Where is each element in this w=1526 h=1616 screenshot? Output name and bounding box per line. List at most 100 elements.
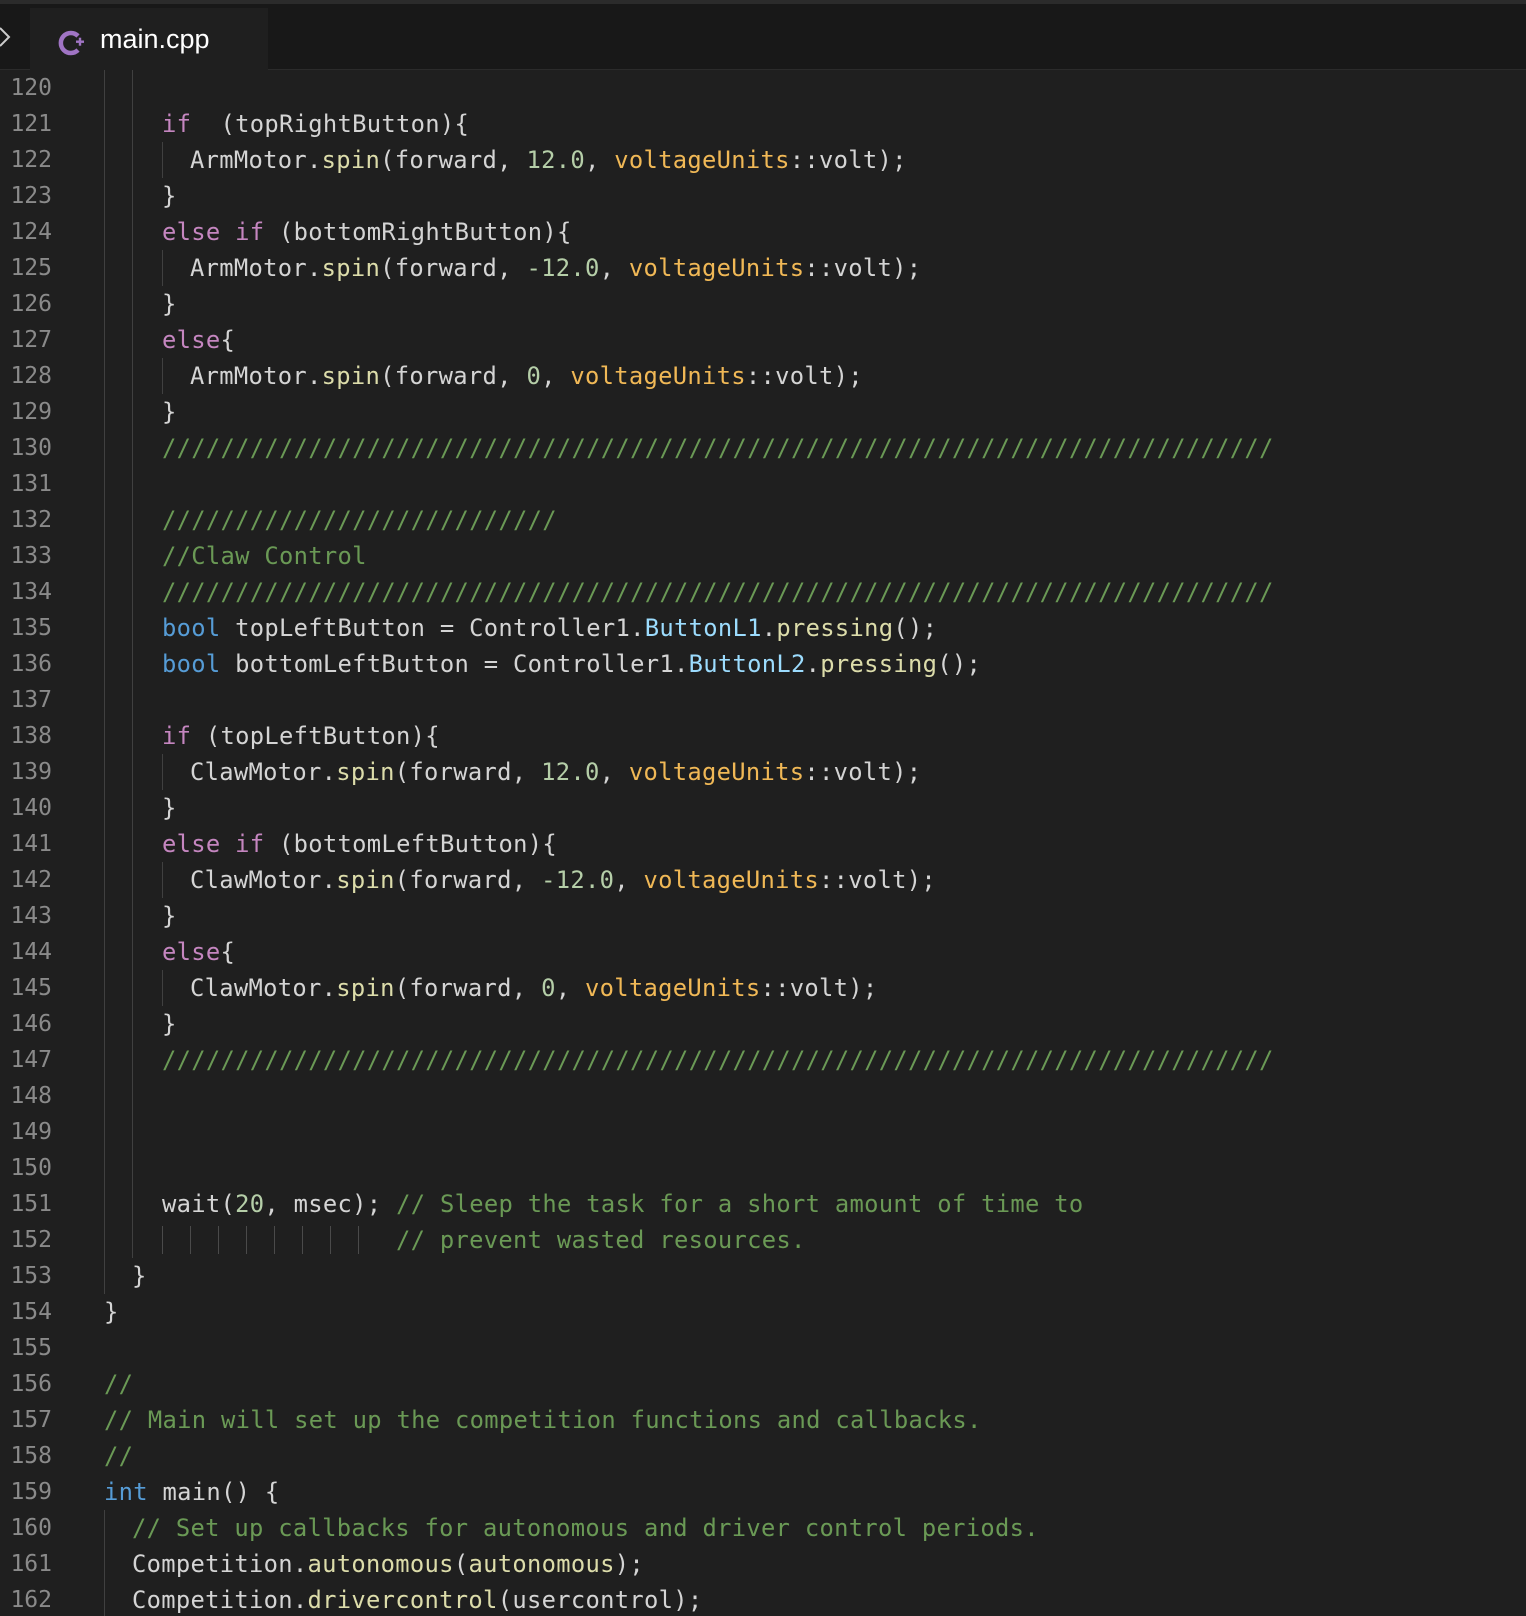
code-editor[interactable]: 120 121 if (topRightButton){122 ArmMotor.sp…	[0, 70, 1526, 1616]
code-line[interactable]: 157 // Main will set up the competition f…	[0, 1402, 1526, 1438]
code-token: }	[162, 182, 177, 210]
code-line[interactable]: 121 if (topRightButton){	[0, 106, 1526, 142]
code-line[interactable]: 145 ClawMotor.spin(forward, 0, voltageUni…	[0, 970, 1526, 1006]
line-number: 149	[10, 1119, 52, 1145]
code-line[interactable]: 135 bool topLeftButton = Controller1.Butt…	[0, 610, 1526, 646]
code-token: (	[453, 1550, 469, 1578]
line-number: 141	[10, 831, 52, 857]
indent-guide	[132, 610, 133, 646]
code-line[interactable]: 150	[0, 1150, 1526, 1186]
indent-guide	[132, 502, 133, 538]
code-token: else	[162, 326, 221, 354]
code-line[interactable]: 125 ArmMotor.spin(forward, -12.0, voltage…	[0, 250, 1526, 286]
indent-guide	[104, 322, 105, 358]
code-text: ArmMotor.spin(forward, 0, voltageUnits::…	[190, 358, 863, 394]
code-line[interactable]: 160 // Set up callbacks for autonomous an…	[0, 1510, 1526, 1546]
code-token: ClawMotor.	[190, 866, 337, 894]
code-text: else{	[162, 322, 235, 358]
code-token: 12.0	[541, 758, 600, 786]
line-number: 125	[10, 255, 52, 281]
code-token: (forward,	[394, 758, 542, 786]
code-line[interactable]: 162 Competition.drivercontrol(usercontrol…	[0, 1582, 1526, 1616]
code-line[interactable]: 123}	[0, 178, 1526, 214]
code-line[interactable]: 153}	[0, 1258, 1526, 1294]
line-number: 138	[10, 723, 52, 749]
code-line[interactable]: 138 if (topLeftButton){	[0, 718, 1526, 754]
code-line[interactable]: 147 /////////////////////////////////////…	[0, 1042, 1526, 1078]
code-line[interactable]: 127 else{	[0, 322, 1526, 358]
code-line[interactable]: 120	[0, 70, 1526, 106]
code-line[interactable]: 131	[0, 466, 1526, 502]
code-line[interactable]: 133 //Claw Control	[0, 538, 1526, 574]
code-line[interactable]: 155	[0, 1330, 1526, 1366]
code-line[interactable]: 122 ArmMotor.spin(forward, 12.0, voltageU…	[0, 142, 1526, 178]
code-line[interactable]: 161 Competition.autonomous(autonomous);	[0, 1546, 1526, 1582]
code-line[interactable]: 149	[0, 1114, 1526, 1150]
line-number: 152	[10, 1227, 52, 1253]
code-token: ,	[541, 362, 571, 390]
code-line[interactable]: 146}	[0, 1006, 1526, 1042]
code-line[interactable]: 139 ClawMotor.spin(forward, 12.0, voltage…	[0, 754, 1526, 790]
code-text: bool topLeftButton = Controller1.ButtonL…	[162, 610, 937, 646]
code-token: -12.0	[541, 866, 615, 894]
code-line[interactable]: 137	[0, 682, 1526, 718]
code-line[interactable]: 158 //	[0, 1438, 1526, 1474]
code-line[interactable]: 143}	[0, 898, 1526, 934]
code-token: ,	[614, 866, 644, 894]
code-line[interactable]: 141 else if (bottomLeftButton){	[0, 826, 1526, 862]
code-line[interactable]: 140}	[0, 790, 1526, 826]
code-token: {	[220, 326, 236, 354]
indent-guide	[104, 1222, 105, 1258]
code-line[interactable]: 130 /////////////////////////////////////…	[0, 430, 1526, 466]
line-number: 143	[10, 903, 52, 929]
code-line[interactable]: 156 //	[0, 1366, 1526, 1402]
line-number: 144	[10, 939, 52, 965]
code-token: else	[162, 218, 221, 246]
code-line[interactable]: 148	[0, 1078, 1526, 1114]
code-line[interactable]: 151 wait(20, msec); // Sleep the task for…	[0, 1186, 1526, 1222]
code-token: bool	[162, 614, 221, 642]
code-token: , msec);	[264, 1190, 397, 1218]
code-line[interactable]: 128 ArmMotor.spin(forward, 0, voltageUnit…	[0, 358, 1526, 394]
code-token: 12.0	[526, 146, 585, 174]
code-token: wait(	[162, 1190, 236, 1218]
line-number: 135	[10, 615, 52, 641]
code-line[interactable]: 134 /////////////////////////////////////…	[0, 574, 1526, 610]
chevron-right-icon[interactable]	[0, 26, 16, 48]
code-token: ////////////////////////////////////////…	[162, 1046, 1274, 1074]
indent-guide	[104, 934, 105, 970]
indent-guide	[132, 322, 133, 358]
line-number: 150	[10, 1155, 52, 1181]
code-line[interactable]: 136 bool bottomLeftButton = Controller1.B…	[0, 646, 1526, 682]
code-line[interactable]: 152 // prevent wasted resources.	[0, 1222, 1526, 1258]
line-number: 155	[10, 1335, 52, 1361]
code-token: ///////////////////////////	[162, 506, 557, 534]
indent-guide	[132, 1150, 133, 1186]
code-line[interactable]: 142 ClawMotor.spin(forward, -12.0, voltag…	[0, 862, 1526, 898]
code-token: autonomous	[468, 1550, 615, 1578]
code-token: ButtonL2	[688, 650, 806, 678]
code-line[interactable]: 159 int main() {	[0, 1474, 1526, 1510]
code-line[interactable]: 132 ///////////////////////////	[0, 502, 1526, 538]
code-token: // Set up callbacks for autonomous and d…	[132, 1514, 1039, 1542]
indent-guide	[104, 358, 105, 394]
indent-guide	[104, 610, 105, 646]
code-line[interactable]: 124 else if (bottomRightButton){	[0, 214, 1526, 250]
tab-main-cpp[interactable]: main.cpp	[30, 8, 268, 74]
indent-guide	[104, 1186, 105, 1222]
code-text: ArmMotor.spin(forward, 12.0, voltageUnit…	[190, 142, 907, 178]
indent-guide	[132, 826, 133, 862]
code-line[interactable]: 154}	[0, 1294, 1526, 1330]
line-number: 140	[10, 795, 52, 821]
code-line[interactable]: 144 else{	[0, 934, 1526, 970]
code-line[interactable]: 126}	[0, 286, 1526, 322]
indent-guide	[132, 1042, 133, 1078]
code-token: ();	[937, 650, 982, 678]
indent-guide	[104, 1114, 105, 1150]
code-line[interactable]: 129}	[0, 394, 1526, 430]
code-token: voltageUnits	[643, 866, 820, 894]
code-text: }	[162, 790, 177, 826]
line-number: 121	[10, 111, 52, 137]
code-token: (forward,	[394, 974, 542, 1002]
indent-guide	[132, 286, 133, 322]
